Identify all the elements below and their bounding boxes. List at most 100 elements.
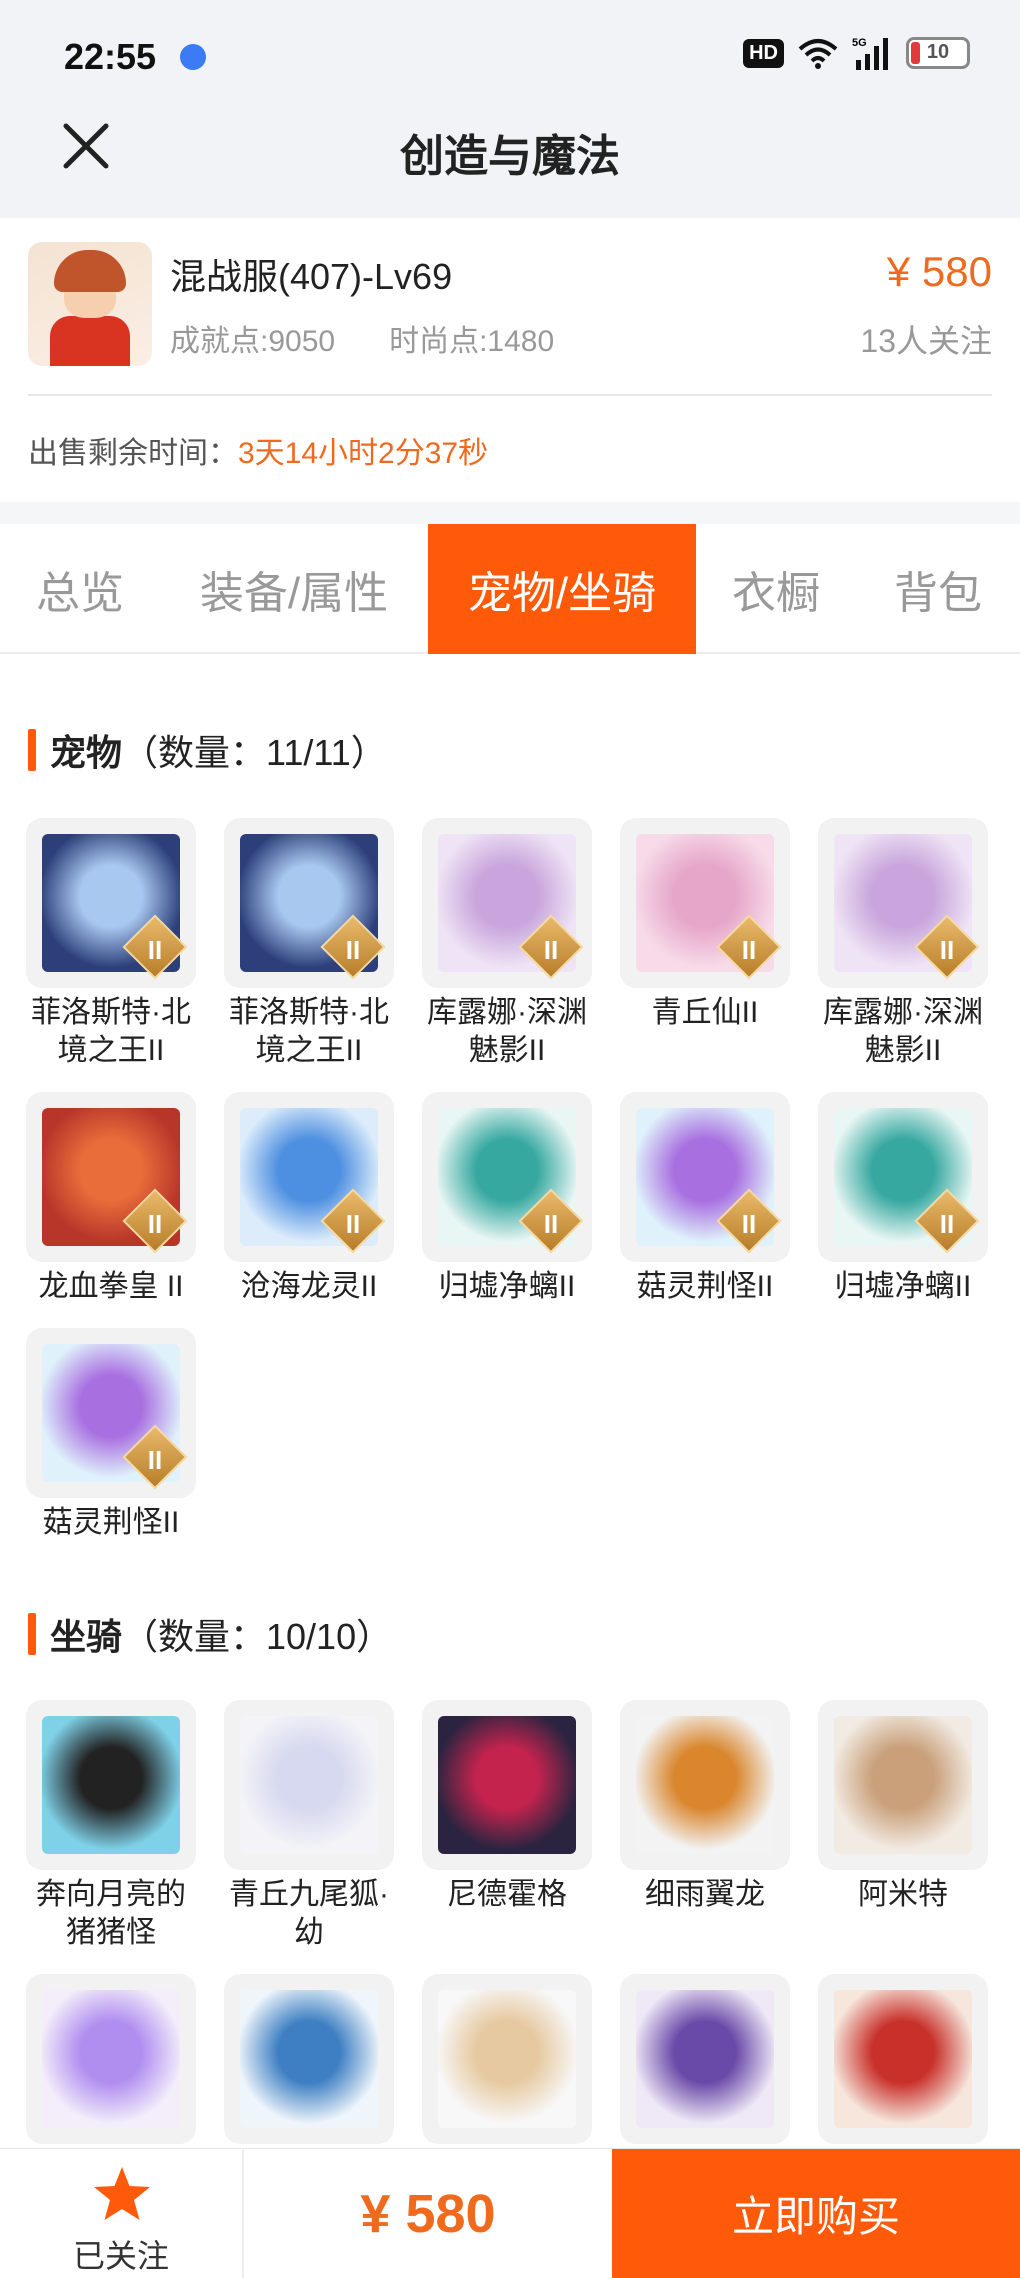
item-thumbnail: II [818,1092,988,1262]
item-name: 菲洛斯特·北境之王II [229,996,389,1067]
mount-item[interactable] [26,1974,196,2150]
product-card: 混战服(407)-Lv69 成就点:9050 时尚点:1480 ¥ 580 13… [0,218,1020,502]
item-thumbnail: II [224,818,394,988]
item-name: 沧海龙灵II [240,1270,378,1303]
tier-badge-label: II [939,1209,955,1239]
tier-badge-label: II [939,935,955,965]
item-thumbnail [620,1700,790,1870]
tab-pets-mounts[interactable]: 宠物/坐骑 [428,524,696,654]
pet-item[interactable]: II 菇灵荆怪II [26,1328,196,1542]
mount-item[interactable] [422,1974,592,2150]
pet-item[interactable]: II 菲洛斯特·北境之王II [224,818,394,1070]
tier-badge-label: II [147,935,163,965]
mount-item[interactable] [620,1974,790,2150]
pet-item[interactable]: II 归墟净螭II [422,1092,592,1306]
tier-badge-label: II [345,1209,361,1239]
pet-item[interactable]: II 库露娜·深渊魅影II [422,818,592,1070]
tab-overview[interactable]: 总览 [0,524,160,654]
item-thumbnail: II [26,1328,196,1498]
item-name: 细雨翼龙 [645,1878,765,1911]
follow-label: 已关注 [72,2238,169,2274]
section-spacer [0,502,1020,524]
follow-count: 13人关注 [860,323,992,359]
pet-item[interactable]: II 青丘仙II [620,818,790,1070]
header-area: 22:55 HD 5G 10 创造与魔法 [0,0,1020,218]
tier-badge-label: II [741,1209,757,1239]
item-thumbnail [818,1974,988,2144]
pet-item[interactable]: II 菇灵荆怪II [620,1092,790,1306]
tier-badge-label: II [345,935,361,965]
item-thumbnail [818,1700,988,1870]
mounts-section-title: 坐骑 （数量：10/10） [28,1608,392,1660]
tier-badge-label: II [147,1445,163,1475]
pet-item[interactable]: II 龙血拳皇 II [26,1092,196,1306]
item-image [42,1990,180,2128]
status-icons: HD 5G 10 [743,36,970,70]
item-image [240,1716,378,1854]
item-image [834,1716,972,1854]
tab-equipment[interactable]: 装备/属性 [160,524,428,654]
item-thumbnail [224,1700,394,1870]
item-thumbnail [620,1974,790,2144]
item-thumbnail: II [26,1092,196,1262]
item-name: 库露娜·深渊魅影II [823,996,983,1067]
follow-button[interactable]: 已关注 [0,2149,244,2278]
mount-item[interactable] [224,1974,394,2150]
tab-bar: 总览 装备/属性 宠物/坐骑 衣橱 背包 [0,524,1020,654]
signal-icon: 5G [852,37,888,70]
item-name: 青丘仙II [651,996,759,1029]
pet-item[interactable]: II 菲洛斯特·北境之王II [26,818,196,1070]
item-image [834,1990,972,2128]
mount-item[interactable]: 青丘九尾狐·幼 [224,1700,394,1952]
item-image [636,1990,774,2128]
bottom-price: ¥ 580 [360,2183,496,2244]
remaining-time-label: 出售剩余时间： [28,437,238,470]
tier-badge-label: II [741,935,757,965]
pets-grid: II 菲洛斯特·北境之王II II 菲洛斯特·北境之王II II 库露娜·深渊魅影II II… [26,818,1002,1542]
tier-badge-label: II [543,1209,559,1239]
tier-badge-label: II [147,1209,163,1239]
mount-item[interactable] [818,1974,988,2150]
status-time: 22:55 [64,36,157,77]
pet-item[interactable]: II 归墟净螭II [818,1092,988,1306]
item-thumbnail: II [620,818,790,988]
wifi-icon [798,39,838,69]
item-image [636,1716,774,1854]
product-stats: 成就点:9050 时尚点:1480 [170,316,554,360]
mount-item[interactable]: 奔向月亮的猪猪怪 [26,1700,196,1952]
item-name: 龙血拳皇 II [38,1270,184,1303]
tab-backpack[interactable]: 背包 [856,524,1020,654]
divider [28,394,992,396]
pet-item[interactable]: II 库露娜·深渊魅影II [818,818,988,1070]
buy-now-button[interactable]: 立即购买 [612,2149,1020,2278]
character-avatar [28,242,152,366]
battery-icon: 10 [906,37,970,69]
item-image [438,1990,576,2128]
item-thumbnail [422,1974,592,2144]
mount-item[interactable]: 尼德霍格 [422,1700,592,1952]
item-name: 阿米特 [858,1878,948,1911]
item-thumbnail [422,1700,592,1870]
bottom-bar: 已关注 ¥ 580 立即购买 [0,2148,1020,2278]
page-title: 创造与魔法 [400,132,620,181]
tier-badge-label: II [543,935,559,965]
pets-title: 宠物 [50,732,123,773]
mount-item[interactable]: 细雨翼龙 [620,1700,790,1952]
item-thumbnail [26,1700,196,1870]
achievement-points: 成就点:9050 [170,325,336,358]
pet-item[interactable]: II 沧海龙灵II [224,1092,394,1306]
item-name: 库露娜·深渊魅影II [427,996,587,1067]
item-image [438,1716,576,1854]
fashion-points: 时尚点:1480 [389,325,555,358]
item-thumbnail: II [422,818,592,988]
star-icon [94,2167,150,2220]
item-name: 青丘九尾狐·幼 [229,1878,389,1949]
tab-wardrobe[interactable]: 衣橱 [696,524,856,654]
product-price: ¥ 580 [886,248,992,295]
mount-item[interactable]: 阿米特 [818,1700,988,1952]
remaining-time: 出售剩余时间：3天14小时2分37秒 [28,428,488,472]
mounts-title: 坐骑 [50,1616,123,1657]
pets-count: （数量：11/11） [122,732,387,773]
hd-icon: HD [743,38,784,68]
item-image [42,1716,180,1854]
